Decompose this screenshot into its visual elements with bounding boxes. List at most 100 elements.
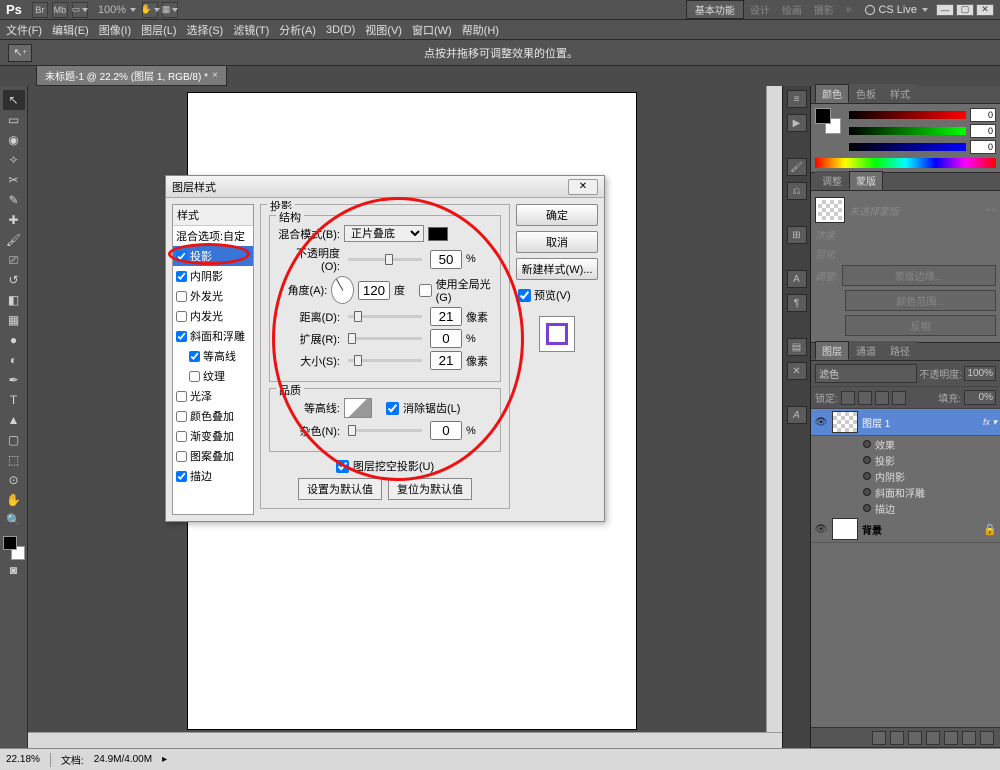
distance-input[interactable] [430,307,462,326]
mask-edge-button[interactable]: 蒙版边缘... [842,265,996,286]
antialias-checkbox[interactable] [386,402,399,415]
close-window-icon[interactable]: ✕ [976,4,994,16]
effect-stroke[interactable]: 描边 [811,500,1000,516]
menu-edit[interactable]: 编辑(E) [52,22,89,38]
style-stroke[interactable]: 描边 [173,466,253,486]
gradient-tool-icon[interactable]: ▦ [3,310,25,330]
red-slider[interactable] [849,111,966,119]
scrollbar-horizontal[interactable] [28,732,782,748]
hand-tool-icon[interactable]: ✋ [3,490,25,510]
dock-char-icon[interactable]: A [787,270,807,288]
spread-input[interactable] [430,329,462,348]
style-drop-shadow[interactable]: 投影 [173,246,253,266]
opacity-slider[interactable] [348,258,422,261]
opacity-input[interactable] [430,250,462,269]
move-tool-icon[interactable]: ↖ [3,90,25,110]
color-range-button[interactable]: 颜色范围... [845,290,996,311]
opacity-value[interactable]: 100% [964,366,996,381]
red-value[interactable] [970,108,996,122]
blue-value[interactable] [970,140,996,154]
arrange-icon[interactable]: ▦ [162,2,178,18]
distance-slider[interactable] [348,315,422,318]
layer-row-background[interactable]: 👁 背景 🔒 [811,516,1000,543]
contour-picker[interactable] [344,398,372,418]
hue-strip[interactable] [815,158,996,168]
workspace-painting[interactable]: 绘画 [776,1,808,18]
style-blend-options[interactable]: 混合选项:自定 [173,226,253,246]
menu-image[interactable]: 图像(I) [99,22,131,38]
lock-pixels-icon[interactable] [858,391,872,405]
mask-icon[interactable] [908,731,922,745]
effect-inner-shadow[interactable]: 内阴影 [811,468,1000,484]
crop-tool-icon[interactable]: ✂ [3,170,25,190]
dock-font-icon[interactable]: A [787,406,807,424]
preview-checkbox[interactable] [518,289,531,302]
tab-layers[interactable]: 图层 [815,341,849,360]
menu-file[interactable]: 文件(F) [6,22,42,38]
healing-tool-icon[interactable]: ✚ [3,210,25,230]
group-icon[interactable] [944,731,958,745]
reset-default-button[interactable]: 复位为默认值 [388,478,472,500]
new-style-button[interactable]: 新建样式(W)... [516,258,598,280]
status-menu-icon[interactable]: ▸ [162,754,167,765]
hand-icon[interactable]: ✋ [142,2,158,18]
visibility-icon[interactable]: 👁 [814,415,828,429]
brush-tool-icon[interactable]: 🖌 [3,230,25,250]
dialog-close-icon[interactable]: ✕ [568,179,598,195]
workspace-more-icon[interactable]: » [840,3,858,16]
color-swatch[interactable] [3,536,25,560]
style-texture[interactable]: 纹理 [173,366,253,386]
lock-all-icon[interactable] [892,391,906,405]
foreground-color-swatch[interactable] [3,536,17,550]
status-zoom[interactable]: 22.18% [6,754,40,765]
tab-paths[interactable]: 路径 [883,341,917,360]
effect-bevel[interactable]: 斜面和浮雕 [811,484,1000,500]
tab-color[interactable]: 颜色 [815,84,849,103]
marquee-tool-icon[interactable]: ▭ [3,110,25,130]
workspace-design[interactable]: 设计 [744,1,776,18]
adjustment-layer-icon[interactable] [926,731,940,745]
size-input[interactable] [430,351,462,370]
bridge-icon[interactable]: Br [32,2,48,18]
style-satin[interactable]: 光泽 [173,386,253,406]
path-select-tool-icon[interactable]: ▲ [3,410,25,430]
minimize-icon[interactable]: — [936,4,954,16]
global-light-checkbox[interactable] [419,284,432,297]
layer-name[interactable]: 图层 1 [862,415,979,430]
zoom-level[interactable]: 100% [98,4,136,16]
tab-styles[interactable]: 样式 [883,84,917,103]
eraser-tool-icon[interactable]: ◧ [3,290,25,310]
current-tool-indicator[interactable]: ↖+ [8,44,32,62]
style-list-header[interactable]: 样式 [173,205,253,226]
blend-mode-select[interactable]: 正片叠底 [344,225,424,242]
cancel-button[interactable]: 取消 [516,231,598,253]
style-outer-glow[interactable]: 外发光 [173,286,253,306]
cslive-button[interactable]: CS Live [865,4,928,16]
noise-input[interactable] [430,421,462,440]
menu-help[interactable]: 帮助(H) [462,22,499,38]
shadow-color-swatch[interactable] [428,227,448,241]
menu-layer[interactable]: 图层(L) [141,22,176,38]
style-inner-shadow[interactable]: 内阴影 [173,266,253,286]
panel-color-swatch[interactable] [815,108,841,134]
fx-badge[interactable]: fx ▾ [983,417,997,428]
blend-mode-select[interactable]: 滤色 [815,364,917,383]
spread-slider[interactable] [348,337,422,340]
minibridge-icon[interactable]: Mb [52,2,68,18]
knockout-checkbox[interactable] [336,460,349,473]
dock-brush-icon[interactable]: 🖌 [787,158,807,176]
workspace-photo[interactable]: 摄影 [808,1,840,18]
new-layer-icon[interactable] [962,731,976,745]
dock-nav-icon[interactable]: ▤ [787,338,807,356]
dock-clone-icon[interactable]: ⎌ [787,182,807,200]
scrollbar-vertical[interactable] [766,86,782,732]
layer-name[interactable]: 背景 [862,522,979,537]
dock-history-icon[interactable]: ≡ [787,90,807,108]
layer-thumbnail[interactable] [832,518,858,540]
style-pattern-overlay[interactable]: 图案叠加 [173,446,253,466]
green-value[interactable] [970,124,996,138]
maximize-icon[interactable]: ▢ [956,4,974,16]
effect-drop-shadow[interactable]: 投影 [811,452,1000,468]
blue-slider[interactable] [849,143,966,151]
angle-input[interactable] [358,281,390,300]
